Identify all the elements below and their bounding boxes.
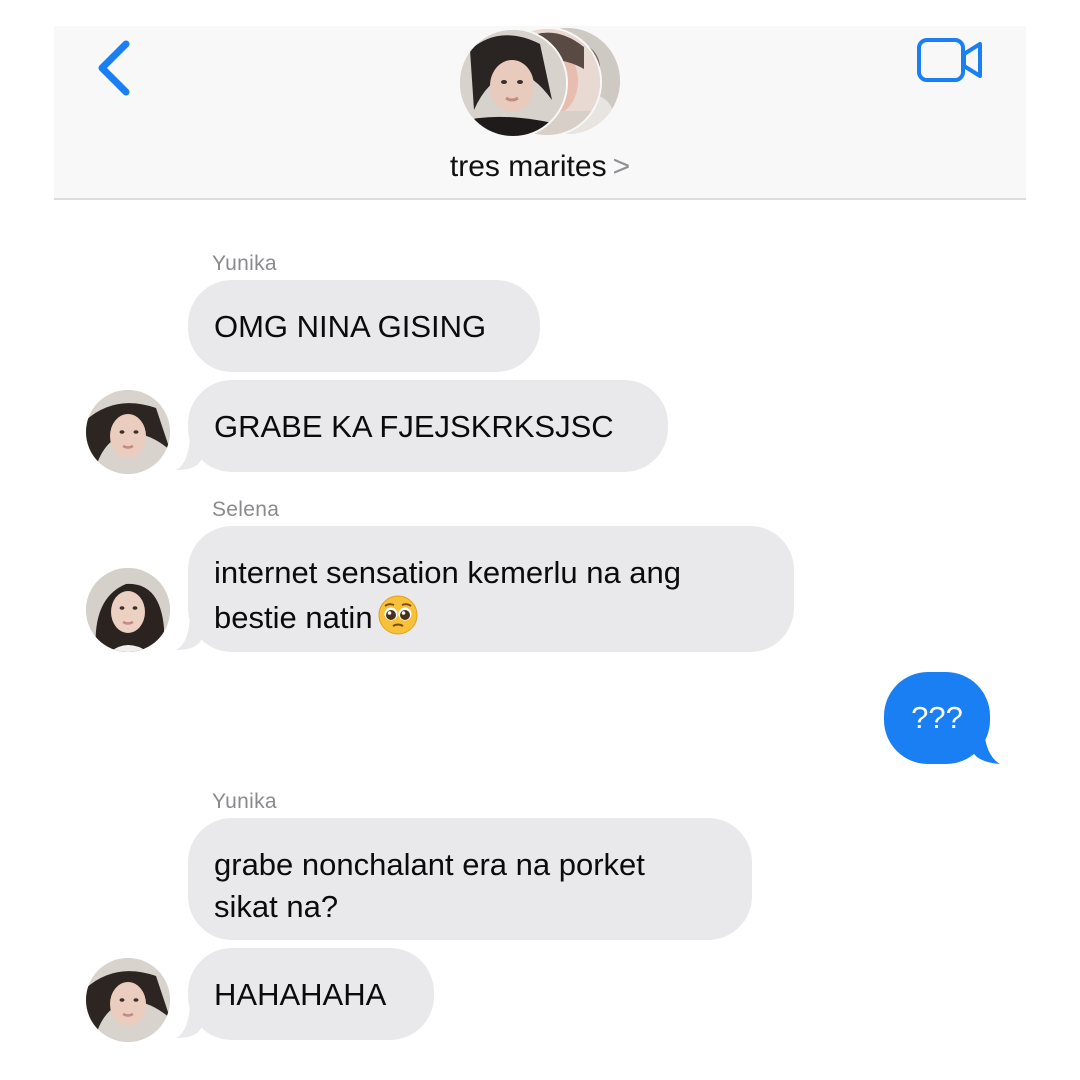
sender-name: Selena [212, 498, 280, 521]
chevron-left-icon [98, 40, 130, 96]
sender-name: Yunika [212, 252, 277, 275]
conversation-header: tres marites > [54, 26, 1026, 200]
avatar[interactable] [86, 568, 170, 652]
message-bubble[interactable]: internet sensation kemerlu na ang bestie… [188, 526, 794, 652]
video-camera-icon [917, 38, 982, 82]
avatar[interactable] [86, 958, 170, 1042]
message-text: grabe nonchalant era na porket sikat na? [214, 847, 645, 924]
chevron-right-icon: > [612, 150, 631, 183]
bubble-tail [176, 1006, 202, 1038]
back-button[interactable] [92, 36, 140, 100]
message-text: OMG NINA GISING [214, 309, 487, 344]
member-avatar [458, 28, 568, 138]
bubble-tail [176, 438, 202, 470]
avatar[interactable] [86, 390, 170, 474]
chat-screen: tres marites > Yunika OMG NINA GISING GRA… [0, 0, 1080, 1080]
pleading-face-icon [378, 595, 418, 635]
group-avatar[interactable] [458, 26, 628, 138]
message-text: GRABE KA FJEJSKRKSJSC [214, 409, 614, 444]
bubble-tail [972, 730, 1000, 764]
conversation-title[interactable]: tres marites > [54, 150, 1026, 184]
message-text: internet sensation kemerlu na ang bestie… [214, 555, 682, 635]
video-call-button[interactable] [916, 36, 986, 84]
message-bubble[interactable]: GRABE KA FJEJSKRKSJSC [188, 380, 668, 472]
sender-name: Yunika [212, 790, 277, 813]
conversation-title-text: tres marites [449, 150, 607, 183]
message-bubble[interactable]: OMG NINA GISING [188, 280, 540, 372]
bubble-tail [176, 618, 202, 650]
message-text: ??? [911, 700, 963, 735]
message-bubble[interactable]: grabe nonchalant era na porket sikat na? [188, 818, 752, 940]
message-bubble[interactable]: HAHAHAHA [188, 948, 434, 1040]
message-text: HAHAHAHA [214, 977, 387, 1012]
